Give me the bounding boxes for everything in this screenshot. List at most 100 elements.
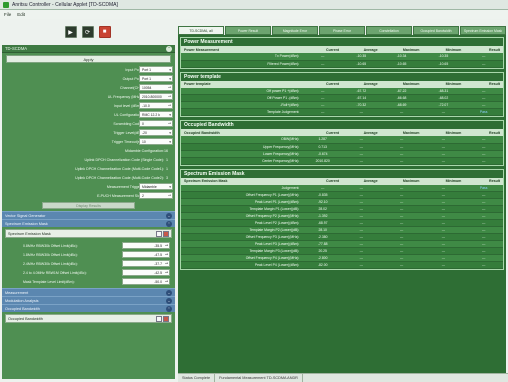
cell-value: --- xyxy=(342,136,381,144)
cell-value: --- xyxy=(422,198,465,206)
param-dropdown[interactable]: 10 xyxy=(139,138,173,145)
section-header[interactable]: Occupied Bandwidth ⌃ xyxy=(2,304,175,312)
offset-spinner[interactable]: -35.5 xyxy=(122,242,170,249)
cell-value: --- xyxy=(422,212,465,220)
cell-value: 0.713 xyxy=(303,143,342,151)
section-header[interactable]: Spectrum Emission Mask ⌃ xyxy=(2,219,175,227)
cell-value: --- xyxy=(422,226,465,234)
table-row: Center Frequency(MHz): 2010.820 --- --- --- -… xyxy=(181,157,503,165)
cell-value: --- xyxy=(422,157,465,165)
result-tab[interactable]: Power Result xyxy=(225,26,271,35)
edit-icon[interactable] xyxy=(163,230,169,237)
table-row: Offset Frequency P3 (Lower)(MHz): -2.380-… xyxy=(181,233,503,241)
chevron-down-icon[interactable]: ⌄ xyxy=(166,297,172,304)
section-header[interactable]: Measurement ⌄ xyxy=(2,288,175,296)
offset-spinner[interactable]: -47.5 xyxy=(122,251,170,258)
cell-value: --- xyxy=(422,108,465,116)
cell-value: --- xyxy=(464,136,503,144)
cell-value: --- xyxy=(380,240,423,248)
cell-value: --- xyxy=(464,247,503,255)
apply-button[interactable]: Apply xyxy=(6,55,171,63)
offset-spinner[interactable]: -42.5 xyxy=(122,269,170,276)
result-tab[interactable]: Phase Error xyxy=(319,26,365,35)
offset-spinner[interactable]: -37.7 xyxy=(122,260,170,267)
status-bar: Status Complete Fundamental Measurement … xyxy=(178,373,508,382)
result-tab[interactable]: Occupied Bandwidth xyxy=(413,26,459,35)
collapse-icon[interactable]: ⌃ xyxy=(166,45,172,52)
cell-value: -67.72 xyxy=(342,87,381,95)
cell-value: -92.10 xyxy=(303,198,342,206)
param-label: Measurement Trigger: xyxy=(106,184,142,189)
play-icon[interactable]: ▶ xyxy=(64,26,77,38)
cell-value: --- xyxy=(380,150,423,158)
cell-value: --- xyxy=(303,101,342,109)
offset-spinner[interactable]: -50.0 xyxy=(122,278,170,285)
result-tab[interactable]: Constellation xyxy=(366,26,412,35)
result-tab[interactable]: Magnitude Error xyxy=(272,26,318,35)
param-dropdown[interactable]: Port 1 xyxy=(139,66,173,73)
sem-selector[interactable]: Spectrum Emission Mask xyxy=(5,229,172,238)
column-header: Average xyxy=(342,46,381,53)
param-dropdown[interactable]: -20 xyxy=(139,129,173,136)
settings-icon[interactable] xyxy=(156,230,162,237)
cell-value: --- xyxy=(422,143,465,151)
table-row: Template Margin P2 (Lower)(dB): 28.10 --- -… xyxy=(181,226,503,234)
chevron-up-icon[interactable]: ⌃ xyxy=(166,305,172,312)
table-title: Spectrum Emission Mask xyxy=(181,177,304,185)
cell-value: --- xyxy=(464,205,503,213)
column-header: Minimum xyxy=(422,80,465,88)
offset-row: Mask Template Level Limit(dBm): -50.0 xyxy=(5,277,172,286)
param-row: Input level (dBm): -10.0 xyxy=(2,101,175,110)
result-tab[interactable]: TD-SCDMA, all xyxy=(178,26,224,35)
obw-selector[interactable]: Occupied Bandwidth xyxy=(5,314,172,323)
app-icon xyxy=(3,1,9,8)
param-spinner[interactable]: 0 xyxy=(139,120,173,127)
cell-value: --- xyxy=(464,101,503,109)
chevron-down-icon[interactable]: ⌄ xyxy=(166,289,172,296)
stop-icon[interactable]: ■ xyxy=(98,26,111,38)
chevron-up-icon[interactable]: ⌃ xyxy=(166,220,172,227)
row-label: Filtered Power(dBm): xyxy=(181,60,304,68)
offset-row: 1.8MHz RBW30k Offset Limit(dBc): -47.5 xyxy=(5,250,172,259)
menu-file[interactable]: File xyxy=(4,12,11,17)
sem-selector-label: Spectrum Emission Mask xyxy=(8,231,51,236)
param-label: UL Configuration: xyxy=(114,112,142,117)
section-header[interactable]: Modulation Analysis ⌄ xyxy=(2,296,175,304)
cell-value: --- xyxy=(422,240,465,248)
sync-icon[interactable]: ⟳ xyxy=(81,26,94,38)
section-label: Modulation Analysis xyxy=(5,298,39,303)
param-spinner[interactable]: 2 xyxy=(139,192,173,199)
param-row: Trigger Timeout(s): 10 xyxy=(2,137,175,146)
menu-bar: File Edit xyxy=(0,10,508,19)
chevron-down-icon[interactable]: ⌄ xyxy=(166,212,172,219)
param-spinner[interactable]: 10054 xyxy=(139,84,173,91)
cell-value: --- xyxy=(464,191,503,199)
row-label: Offset Frequency P1 (Lower)(MHz): xyxy=(181,191,304,199)
panel-header-title: TD-SCDMA xyxy=(5,46,28,51)
result-table: Power template Current Average Maximum Minim… xyxy=(181,80,503,116)
table-row: Template Margin P1 (Lower)(dB): 28.02 --- -… xyxy=(181,205,503,213)
param-spinner[interactable]: 2010.800000 xyxy=(139,93,173,100)
param-dropdown[interactable]: RMC 12.2 k xyxy=(139,111,173,118)
cell-value: --- xyxy=(380,261,423,269)
column-header: Maximum xyxy=(380,177,423,185)
row-label: Peak Level P2 (Lower)(dBm): xyxy=(181,219,304,227)
cell-value: --- xyxy=(464,212,503,220)
section-header[interactable]: Vector Signal Generator ⌄ xyxy=(2,211,175,219)
result-tab[interactable]: Spectrum Emission Mask xyxy=(460,26,506,35)
cell-value: --- xyxy=(342,143,381,151)
display-results-button[interactable]: Display Results xyxy=(42,202,135,209)
edit-icon[interactable] xyxy=(163,315,169,322)
param-spinner[interactable]: -10.0 xyxy=(139,102,173,109)
menu-edit[interactable]: Edit xyxy=(17,12,25,17)
column-header: Maximum xyxy=(380,46,423,53)
info-label: Midamble Configuration: xyxy=(125,148,164,153)
param-dropdown[interactable]: Midamble xyxy=(139,183,173,190)
param-dropdown[interactable]: Port 1 xyxy=(139,75,173,82)
row-label: Peak Level P4 (Lower)(dBm): xyxy=(181,261,304,269)
status-text: Status Complete xyxy=(178,374,216,382)
cell-value: --- xyxy=(380,233,423,241)
cell-value: --- xyxy=(380,157,423,165)
cell-value: --- xyxy=(464,87,503,95)
settings-icon[interactable] xyxy=(156,315,162,322)
